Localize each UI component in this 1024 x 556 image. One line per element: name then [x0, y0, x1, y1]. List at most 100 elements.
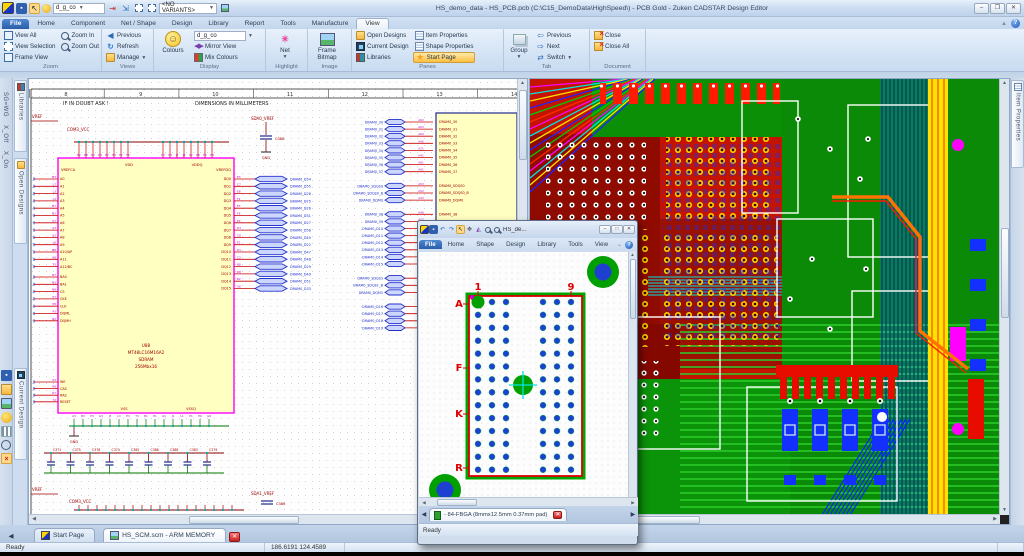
previous-tab-button[interactable]: ⇦Previous [534, 30, 574, 41]
next-tab-button[interactable]: ⇨Next [534, 41, 574, 52]
mirror-icon[interactable]: ◭ [474, 225, 483, 234]
minimize-ribbon-icon[interactable]: ▲ [1001, 21, 1007, 27]
tab-hs-scm[interactable]: HS_SCM.scm - ARM MEMORY [103, 528, 226, 542]
zoom-in-button[interactable]: Zoom In [59, 30, 101, 41]
tab-manufacture[interactable]: Manufacture [304, 19, 357, 29]
close-button[interactable]: ✕ [1006, 3, 1021, 14]
frame-select-icon[interactable] [133, 3, 144, 14]
tab-scroll-left-arrow[interactable]: ◀ [6, 532, 16, 541]
frame-view-button[interactable]: Frame View [2, 52, 57, 63]
tab-scroll-left-arrow[interactable]: ◀ [419, 510, 429, 519]
manage-views-button[interactable]: Manage▼ [104, 52, 148, 63]
bulb-icon[interactable] [1, 412, 12, 423]
previous-view-button[interactable]: ◀Previous [104, 30, 148, 41]
image-tool-icon[interactable] [219, 3, 230, 14]
colour-scheme-combo[interactable]: d_g_co▼ [53, 3, 105, 14]
x-on-label[interactable]: X_On [2, 151, 8, 168]
sidebar-tab-open-designs[interactable]: Open Designs [14, 158, 27, 244]
tab-scroll-right-arrow[interactable]: ▶ [628, 510, 638, 519]
tab-component[interactable]: Component [63, 19, 113, 29]
sidebar-tab-item-properties[interactable]: Item Properties [1011, 80, 1024, 168]
minimize-ribbon-icon[interactable]: ⌄ [617, 241, 622, 248]
scroll-up-arrow[interactable]: ▲ [518, 79, 528, 88]
refresh-button[interactable]: ↻Refresh [104, 41, 148, 52]
fw-tab-library[interactable]: Library [531, 240, 562, 249]
route-tool-icon[interactable]: ⇲ [120, 3, 131, 14]
close-button[interactable]: ✕ [623, 225, 635, 234]
pan-icon[interactable]: ✥ [465, 225, 474, 234]
close-all-button[interactable]: Close All [592, 41, 631, 52]
colour-file-combo[interactable]: d_g_co▼ [192, 30, 255, 41]
fw-vertical-scrollbar[interactable]: ▲ [628, 252, 636, 497]
frame-bitmap-button[interactable]: Frame Bitmap [310, 30, 344, 63]
zoom-icon[interactable] [1, 440, 11, 450]
variants-combo[interactable]: <NO VARIANTS>▼ [159, 3, 217, 14]
shape-properties-button[interactable]: Shape Properties [413, 41, 476, 52]
fw-tab-file[interactable]: File [419, 240, 442, 249]
tab-tools[interactable]: Tools [272, 19, 303, 29]
tab-view[interactable]: View [356, 18, 388, 29]
colours-button[interactable]: ☺Colours [156, 30, 190, 63]
fw-horizontal-scrollbar[interactable]: ◀ ▶ [419, 497, 638, 506]
tab-report[interactable]: Report [237, 19, 273, 29]
tab-home[interactable]: Home [29, 19, 63, 29]
fw-tab-design[interactable]: Design [500, 240, 531, 249]
bulb-icon[interactable] [42, 4, 51, 13]
frame-select2-icon[interactable] [146, 3, 157, 14]
minimize-button[interactable]: – [599, 225, 611, 234]
open-designs-button[interactable]: Open Designs [354, 30, 411, 41]
sdram-symbol[interactable] [58, 158, 234, 413]
save-icon[interactable]: ▪ [429, 225, 438, 234]
group-tabs-button[interactable]: Group▼ [506, 30, 532, 63]
close-document-button[interactable]: Close [592, 30, 631, 41]
minimize-button[interactable]: – [974, 3, 989, 14]
scroll-down-arrow[interactable]: ▼ [1000, 506, 1010, 515]
close-tab-button[interactable]: ✕ [553, 511, 562, 519]
item-properties-button[interactable]: Item Properties [413, 30, 476, 41]
libraries-button[interactable]: Libraries [354, 52, 411, 63]
view-all-button[interactable]: View All [2, 30, 57, 41]
fw-tab-tools[interactable]: Tools [562, 240, 588, 249]
photo-icon[interactable] [1, 398, 12, 409]
sidebar-tab-current-design[interactable]: Current Design [14, 368, 27, 460]
grid-toggle-label[interactable]: SG=WG [2, 92, 8, 117]
fw-tab-home[interactable]: Home [442, 240, 471, 249]
close-document-button[interactable]: ✕ [229, 532, 240, 542]
mirror-view-button[interactable]: ◀▶Mirror View [192, 41, 255, 52]
tab-footprint[interactable]: - 84-FBGA (8mmx12.5mm 0.37mm pad) ✕ [429, 508, 567, 521]
help-icon[interactable]: ? [625, 241, 633, 249]
tab-library[interactable]: Library [200, 19, 236, 29]
save-icon[interactable]: ▪ [16, 3, 27, 14]
net-tool-icon[interactable]: ⇥ [107, 3, 118, 14]
select-cursor-icon[interactable]: ↖ [456, 225, 465, 234]
footprint-canvas[interactable]: 19AFKR [419, 252, 630, 497]
pcb-vertical-scrollbar[interactable]: ▲ ▼ [999, 79, 1009, 515]
redo-icon[interactable]: ↷ [447, 225, 456, 234]
scroll-left-arrow[interactable]: ◀ [29, 515, 39, 524]
sidebar-tab-libraries[interactable]: Libraries [14, 80, 27, 152]
grid-icon[interactable] [1, 426, 12, 437]
save-icon[interactable]: ▪ [1, 370, 12, 381]
highlight-net-button[interactable]: ✳Net▼ [268, 30, 302, 63]
help-icon[interactable]: ? [1011, 19, 1020, 28]
view-selection-button[interactable]: View Selection [2, 41, 57, 52]
select-cursor-icon[interactable]: ↖ [29, 3, 40, 14]
mix-colours-button[interactable]: Mix Colours [192, 52, 255, 63]
switch-tab-button[interactable]: ⇄Switch▼ [534, 52, 574, 63]
zoom-in-icon[interactable] [483, 225, 492, 234]
tab-design[interactable]: Design [164, 19, 201, 29]
scroll-right-arrow[interactable]: ▶ [990, 515, 1000, 524]
start-page-button[interactable]: ★Start Page [413, 52, 476, 63]
tab-file[interactable]: File [2, 19, 29, 29]
footprint-editor-window[interactable]: ▪ ↶ ↷ ↖ ✥ ◭ HS_de... – □ ✕ File Home Sha… [417, 220, 638, 545]
delete-icon[interactable]: × [1, 453, 12, 464]
restore-button[interactable]: ❐ [990, 3, 1005, 14]
zoom-out-icon[interactable] [492, 225, 501, 234]
x-off-label[interactable]: X_Off [2, 125, 8, 143]
current-design-button[interactable]: Current Design [354, 41, 411, 52]
undo-icon[interactable]: ↶ [438, 225, 447, 234]
tab-net-shape[interactable]: Net / Shape [113, 19, 164, 29]
fw-tab-view[interactable]: View [589, 240, 614, 249]
tab-start-page[interactable]: Start Page [34, 528, 95, 542]
image-icon[interactable] [1, 384, 12, 395]
